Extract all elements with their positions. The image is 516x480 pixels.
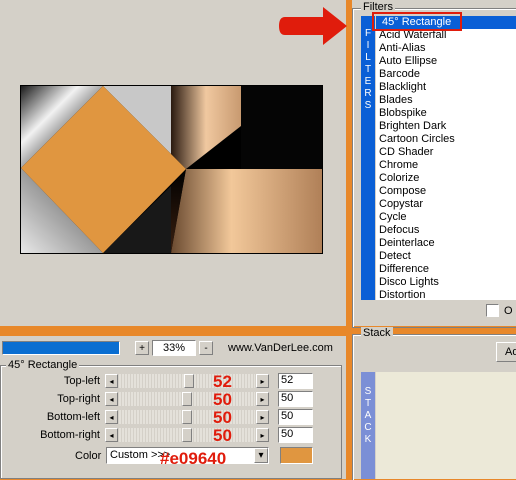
parameter-annotation: 50 bbox=[213, 408, 232, 427]
filters-side-letter: S bbox=[364, 100, 372, 111]
stack-panel: Stack Ad STACK bbox=[352, 327, 516, 480]
preview-toolbar: + 33% - www.VanDerLee.com bbox=[0, 336, 346, 358]
filters-side-letter: I bbox=[366, 40, 370, 51]
filters-side-letter: E bbox=[364, 76, 372, 87]
stack-side-letters: STACK bbox=[361, 372, 375, 446]
filter-item[interactable]: Brighten Dark bbox=[376, 120, 516, 133]
stack-list[interactable] bbox=[376, 372, 516, 479]
filter-option-row: O bbox=[486, 304, 513, 317]
parameter-value-input[interactable]: 52 bbox=[278, 373, 313, 389]
slider-increment-button[interactable]: ▸ bbox=[256, 392, 269, 406]
filters-side-letter: T bbox=[364, 64, 372, 75]
stack-side-letter: C bbox=[364, 422, 372, 433]
parameter-annotation: 50 bbox=[213, 390, 232, 409]
parameter-annotation: 52 bbox=[213, 372, 232, 391]
parameter-label: Bottom-right bbox=[40, 429, 100, 441]
slider-decrement-button[interactable]: ◂ bbox=[105, 392, 118, 406]
parameter-value-input[interactable]: 50 bbox=[278, 409, 313, 425]
stack-side-letter: S bbox=[364, 386, 372, 397]
filter-item[interactable]: Copystar bbox=[376, 198, 516, 211]
filter-list[interactable]: 45° Rectangle Acid Waterfall Anti-Alias Aut… bbox=[376, 16, 516, 300]
filter-item[interactable]: Anti-Alias bbox=[376, 42, 516, 55]
parameter-row: Top-right ◂ 50 ▸ 50 bbox=[0, 390, 340, 409]
slider-thumb[interactable] bbox=[182, 392, 192, 406]
slider-increment-button[interactable]: ▸ bbox=[256, 410, 269, 424]
filter-item[interactable]: Disco Lights bbox=[376, 276, 516, 289]
parameter-label: Bottom-left bbox=[46, 411, 100, 423]
parameter-annotation: 50 bbox=[213, 426, 232, 445]
filter-item[interactable]: Distortion bbox=[376, 289, 516, 300]
stack-title: Stack bbox=[361, 327, 393, 339]
filter-item[interactable]: Detect bbox=[376, 250, 516, 263]
filter-item[interactable]: Barcode bbox=[376, 68, 516, 81]
filter-item[interactable]: Cycle bbox=[376, 211, 516, 224]
parameter-label: Top-left bbox=[63, 375, 100, 387]
color-annotation: #e09640 bbox=[160, 450, 226, 467]
filter-item[interactable]: Blobspike bbox=[376, 107, 516, 120]
add-to-stack-button[interactable]: Ad bbox=[496, 342, 516, 362]
filter-option-checkbox[interactable] bbox=[486, 304, 499, 317]
slider-thumb[interactable] bbox=[182, 428, 192, 442]
slider-decrement-button[interactable]: ◂ bbox=[105, 374, 118, 388]
parameter-row: Top-left ◂ 52 ▸ 52 bbox=[0, 372, 340, 391]
slider-thumb[interactable] bbox=[184, 374, 194, 388]
zoom-in-button[interactable]: + bbox=[135, 341, 149, 355]
color-swatch[interactable] bbox=[280, 447, 313, 464]
filter-selection-highlight-box bbox=[372, 12, 462, 31]
slider-increment-button[interactable]: ▸ bbox=[256, 374, 269, 388]
stack-side-letter: K bbox=[364, 434, 372, 445]
slider-decrement-button[interactable]: ◂ bbox=[105, 410, 118, 424]
parameters-panel: 45° Rectangle Top-left ◂ 52 ▸ 52 Top-right ◂ 50… bbox=[0, 358, 346, 479]
filters-side-letter: L bbox=[365, 52, 371, 63]
filter-item[interactable]: Cartoon Circles bbox=[376, 133, 516, 146]
preview-image bbox=[20, 85, 323, 254]
filter-item[interactable]: Blacklight bbox=[376, 81, 516, 94]
filter-item[interactable]: Deinterlace bbox=[376, 237, 516, 250]
preview-render bbox=[21, 86, 322, 253]
progress-bar bbox=[2, 341, 120, 355]
stack-side-strip: STACK bbox=[361, 372, 375, 479]
chevron-down-icon[interactable]: ▾ bbox=[254, 448, 268, 463]
filter-item[interactable]: Blades bbox=[376, 94, 516, 107]
parameter-label: Top-right bbox=[57, 393, 100, 405]
filter-item[interactable]: Defocus bbox=[376, 224, 516, 237]
slider-thumb[interactable] bbox=[182, 410, 192, 424]
slider-increment-button[interactable]: ▸ bbox=[256, 428, 269, 442]
parameter-value-input[interactable]: 50 bbox=[278, 391, 313, 407]
parameter-value-input[interactable]: 50 bbox=[278, 427, 313, 443]
filter-option-label: O bbox=[504, 304, 513, 317]
stack-side-letter: T bbox=[364, 398, 372, 409]
filters-panel: Filters FILTERS 45° Rectangle Acid Waterf… bbox=[352, 0, 516, 328]
filters-side-letter: R bbox=[364, 88, 372, 99]
zoom-level-field[interactable]: 33% bbox=[152, 340, 196, 356]
filter-item[interactable]: Colorize bbox=[376, 172, 516, 185]
filter-item[interactable]: CD Shader bbox=[376, 146, 516, 159]
parameter-row: Bottom-left ◂ 50 ▸ 50 bbox=[0, 408, 340, 427]
parameter-row: Bottom-right ◂ 50 ▸ 50 bbox=[0, 426, 340, 445]
parameters-title: 45° Rectangle bbox=[6, 359, 80, 371]
filter-item[interactable]: Auto Ellipse bbox=[376, 55, 516, 68]
filter-item[interactable]: Difference bbox=[376, 263, 516, 276]
filter-item[interactable]: Compose bbox=[376, 185, 516, 198]
slider-decrement-button[interactable]: ◂ bbox=[105, 428, 118, 442]
vanderlee-link[interactable]: www.VanDerLee.com bbox=[228, 342, 333, 354]
zoom-out-button[interactable]: - bbox=[199, 341, 213, 355]
filters-side-strip: FILTERS bbox=[361, 16, 375, 300]
arrow-right-icon bbox=[279, 7, 347, 45]
color-hex-annotation: #e09640 bbox=[160, 449, 227, 468]
filter-item[interactable]: Chrome bbox=[376, 159, 516, 172]
stack-side-letter: A bbox=[364, 410, 372, 421]
color-label: Color bbox=[75, 450, 102, 462]
